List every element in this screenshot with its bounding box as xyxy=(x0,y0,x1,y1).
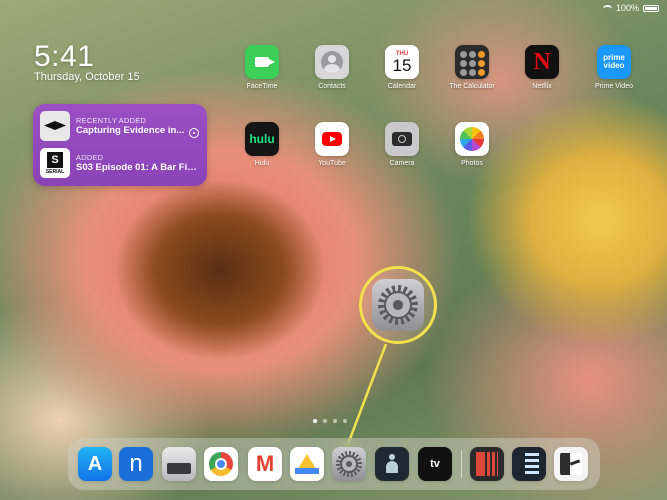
netflix-app-icon[interactable]: N xyxy=(525,45,559,79)
hulu-app-icon[interactable]: hulu xyxy=(245,122,279,156)
widget-row-added[interactable]: S SERIAL ADDED S03 Episode 01: A Bar Fig… xyxy=(40,148,200,178)
prime-video-app-icon[interactable]: prime video xyxy=(597,45,631,79)
checklist-icon xyxy=(519,453,539,475)
apple-tv-glyph: tv xyxy=(430,458,440,470)
recent-app-icon-3[interactable] xyxy=(554,447,588,481)
chrome-app-icon[interactable] xyxy=(204,447,238,481)
calendar-date: 15 xyxy=(392,56,412,75)
facetime-app-icon[interactable] xyxy=(245,45,279,79)
graduation-cap-icon xyxy=(44,121,66,130)
play-icon xyxy=(322,132,342,146)
battery-icon xyxy=(643,4,659,12)
youtube-app-icon[interactable] xyxy=(315,122,349,156)
serial-thumbnail: S SERIAL xyxy=(40,148,70,178)
google-drive-app-icon[interactable] xyxy=(290,447,324,481)
calendar-app-icon[interactable]: THU 15 xyxy=(385,45,419,79)
podcast-icon xyxy=(189,128,199,138)
drive-box-icon xyxy=(167,462,191,474)
photos-label: Photos xyxy=(461,160,483,167)
wifi-icon xyxy=(602,4,612,12)
serial-badge: S xyxy=(47,151,63,168)
calculator-label: The Calculator xyxy=(449,83,495,90)
status-bar: 100% xyxy=(602,3,659,13)
widget-row-label: RECENTLY ADDED xyxy=(76,116,147,125)
drive-triangle-icon xyxy=(295,454,319,474)
contacts-label: Contacts xyxy=(318,83,346,90)
n-glyph: n xyxy=(129,450,143,477)
netflix-label: Netflix xyxy=(532,83,552,90)
clock-date: Thursday, October 15 xyxy=(34,71,140,83)
apple-tv-app-icon[interactable]: tv xyxy=(418,447,452,481)
contacts-app-icon[interactable] xyxy=(315,45,349,79)
calculator-app-icon[interactable] xyxy=(455,45,489,79)
widget-row-recent[interactable]: RECENTLY ADDED Capturing Evidence in... xyxy=(40,111,200,141)
hulu-logo: hulu xyxy=(249,132,275,146)
photos-app-icon[interactable] xyxy=(455,122,489,156)
server-app-icon[interactable] xyxy=(162,447,196,481)
widget-row-title: S03 Episode 01: A Bar Figh... xyxy=(76,162,200,173)
serial-label: SERIAL xyxy=(45,168,65,175)
dock-divider xyxy=(461,450,462,478)
gear-icon xyxy=(378,285,418,325)
calendar-label: Calendar xyxy=(387,83,417,90)
gmail-glyph: M xyxy=(255,451,275,476)
gmail-app-icon[interactable]: M xyxy=(248,447,282,481)
prime-video-label: Prime Video xyxy=(594,83,633,90)
widget-row-title: Capturing Evidence in... xyxy=(76,125,185,136)
video-camera-icon xyxy=(255,57,275,67)
reader-icon xyxy=(385,454,399,474)
gear-icon xyxy=(336,451,362,477)
app-store-icon[interactable]: A xyxy=(78,447,112,481)
person-icon xyxy=(321,51,343,73)
settings-app-icon-enlarged[interactable] xyxy=(372,279,424,331)
battery-percent: 100% xyxy=(615,3,639,13)
clock-time: 5:41 xyxy=(34,40,95,73)
recent-app-icon-2[interactable] xyxy=(512,447,546,481)
document-icon xyxy=(560,453,582,475)
hulu-label: Hulu xyxy=(254,160,270,167)
camera-label: Camera xyxy=(389,160,415,167)
chrome-logo-icon xyxy=(209,452,233,476)
dock: A n M tv xyxy=(68,438,600,490)
prime-logo-line2: video xyxy=(603,61,625,70)
kindle-app-icon[interactable] xyxy=(375,447,409,481)
camera-app-icon[interactable] xyxy=(385,122,419,156)
facetime-label: FaceTime xyxy=(246,83,278,90)
page-indicator[interactable] xyxy=(313,419,347,423)
camera-icon xyxy=(392,132,412,146)
graduation-cap-thumbnail xyxy=(40,111,70,141)
grid-icon xyxy=(476,452,498,476)
settings-app-icon[interactable] xyxy=(332,447,366,481)
app-store-glyph: A xyxy=(87,452,103,475)
netflix-logo: N xyxy=(533,48,551,75)
youtube-label: YouTube xyxy=(318,160,346,167)
recent-app-icon-1[interactable] xyxy=(470,447,504,481)
podcast-widget[interactable]: RECENTLY ADDED Capturing Evidence in... … xyxy=(33,104,207,186)
n-app-icon[interactable]: n xyxy=(119,447,153,481)
widget-row-label: ADDED xyxy=(76,153,104,162)
photos-flower-icon xyxy=(460,127,484,151)
